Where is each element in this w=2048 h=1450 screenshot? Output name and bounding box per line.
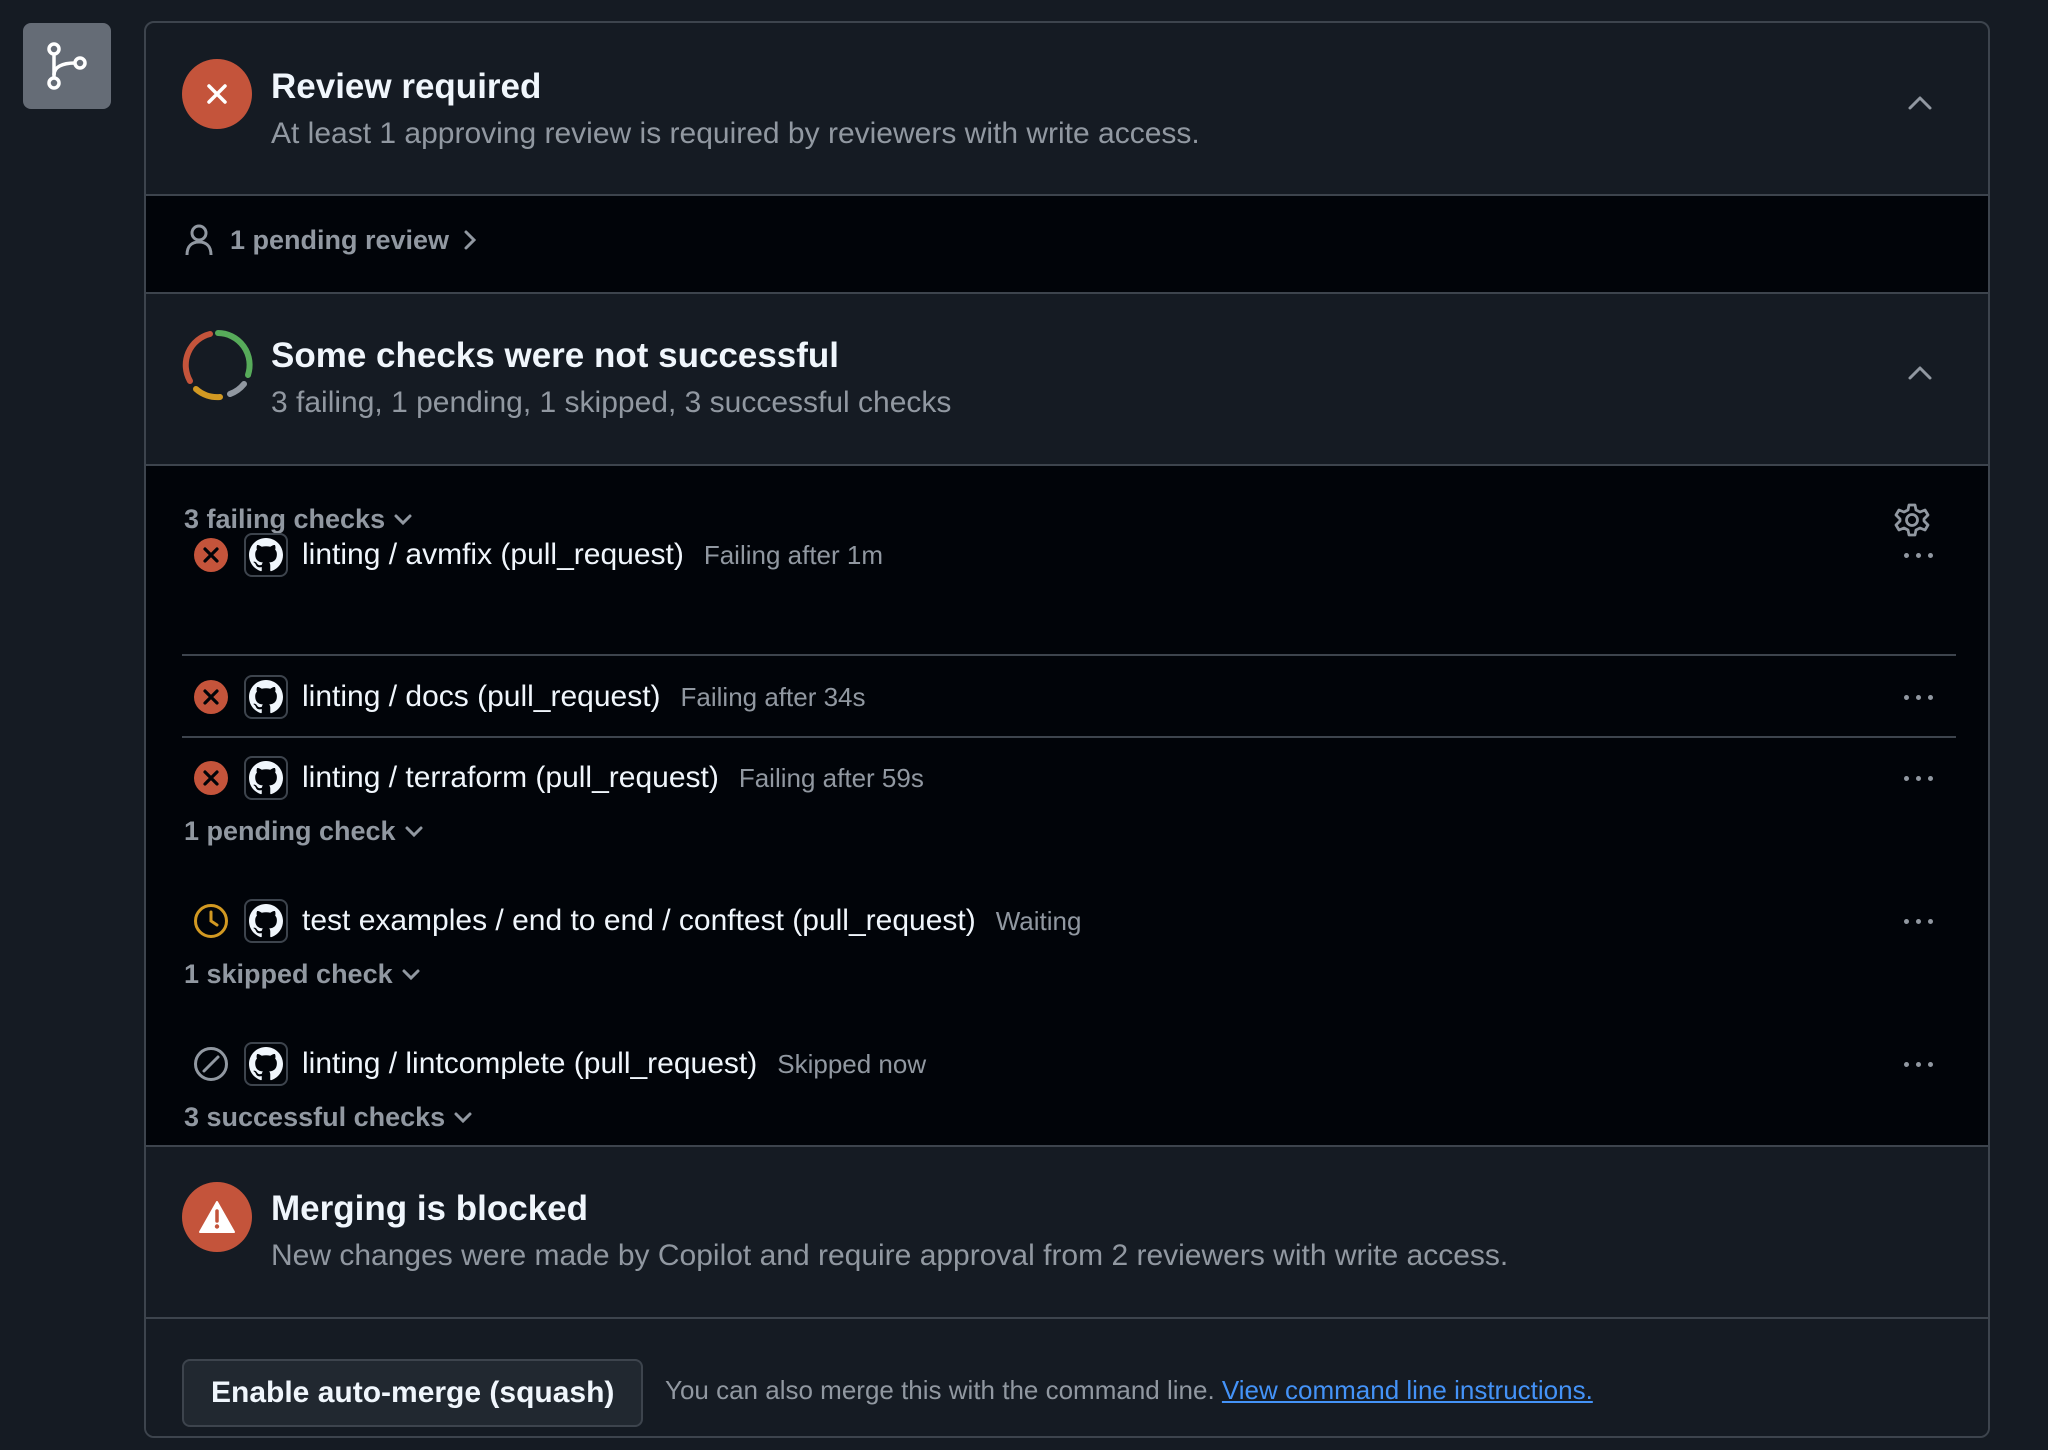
person-icon bbox=[185, 224, 213, 256]
pending-review-link[interactable]: 1 pending review bbox=[184, 223, 477, 257]
check-status: Waiting bbox=[995, 905, 1082, 936]
enable-auto-merge-button[interactable]: Enable auto-merge (squash) bbox=[182, 1359, 644, 1427]
x-circle-fill-icon bbox=[192, 678, 230, 716]
check-name[interactable]: linting / avmfix (pull_request) bbox=[302, 538, 684, 572]
check-status: Failing after 34s bbox=[680, 681, 866, 712]
merge-blocked-section: Merging is blocked New changes were made… bbox=[146, 1147, 1988, 1317]
divider bbox=[182, 654, 1956, 656]
check-row: linting / avmfix (pull_request) Failing … bbox=[182, 515, 1956, 595]
merge-blocked-title: Merging is blocked bbox=[271, 1189, 588, 1228]
check-row: linting / lintcomplete (pull_request) Sk… bbox=[182, 1024, 1956, 1104]
review-section: Review required At least 1 approving rev… bbox=[146, 23, 1988, 194]
check-status: Skipped now bbox=[777, 1048, 927, 1079]
check-name[interactable]: linting / terraform (pull_request) bbox=[302, 761, 719, 795]
check-more-button[interactable] bbox=[1888, 1044, 1948, 1084]
chevron-down-icon bbox=[405, 826, 423, 837]
checks-section: Some checks were not successful 3 failin… bbox=[146, 294, 1988, 464]
x-circle-fill-icon bbox=[192, 759, 230, 797]
review-subtitle: At least 1 approving review is required … bbox=[271, 117, 1200, 150]
collapse-review-button[interactable] bbox=[1900, 83, 1940, 123]
skip-icon bbox=[192, 1045, 230, 1083]
github-icon bbox=[244, 675, 288, 719]
command-line-instructions-link[interactable]: View command line instructions. bbox=[1222, 1375, 1593, 1405]
check-row: linting / docs (pull_request) Failing af… bbox=[182, 657, 1956, 737]
check-more-button[interactable] bbox=[1888, 901, 1948, 941]
chevron-down-icon bbox=[454, 1112, 472, 1123]
merge-blocked-subtitle: New changes were made by Copilot and req… bbox=[271, 1239, 1509, 1272]
checks-subtitle: 3 failing, 1 pending, 1 skipped, 3 succe… bbox=[271, 386, 952, 419]
github-icon bbox=[244, 533, 288, 577]
check-row: linting / terraform (pull_request) Faili… bbox=[182, 738, 1956, 818]
merge-note: You can also merge this with the command… bbox=[665, 1375, 1593, 1406]
x-circle-fill-icon bbox=[192, 536, 230, 574]
checks-title: Some checks were not successful bbox=[271, 336, 840, 375]
check-name[interactable]: linting / docs (pull_request) bbox=[302, 680, 661, 714]
check-row: test examples / end to end / conftest (p… bbox=[182, 881, 1956, 961]
pending-review-label: 1 pending review bbox=[230, 224, 450, 255]
skipped-checks-toggle[interactable]: 1 skipped check bbox=[184, 959, 421, 990]
collapse-checks-button[interactable] bbox=[1900, 353, 1940, 393]
check-name[interactable]: linting / lintcomplete (pull_request) bbox=[302, 1047, 757, 1081]
review-title: Review required bbox=[271, 67, 542, 106]
check-status: Failing after 59s bbox=[738, 762, 924, 793]
check-status: Failing after 1m bbox=[703, 539, 884, 570]
merge-box: Review required At least 1 approving rev… bbox=[144, 21, 1990, 1438]
chevron-up-icon bbox=[1908, 96, 1932, 110]
check-more-button[interactable] bbox=[1888, 535, 1948, 575]
check-more-button[interactable] bbox=[1888, 758, 1948, 798]
git-branch-icon bbox=[23, 23, 111, 109]
pending-checks-label: 1 pending check bbox=[184, 816, 396, 846]
checks-status-ring-icon bbox=[182, 329, 254, 401]
github-icon bbox=[244, 899, 288, 943]
successful-checks-label: 3 successful checks bbox=[184, 1102, 446, 1132]
github-icon bbox=[244, 756, 288, 800]
skipped-checks-label: 1 skipped check bbox=[184, 959, 393, 989]
checks-list: 3 failing checks linting / avmfix (pull_… bbox=[146, 466, 1988, 1145]
pending-checks-toggle[interactable]: 1 pending check bbox=[184, 816, 424, 847]
chevron-down-icon bbox=[402, 969, 420, 980]
check-name[interactable]: test examples / end to end / conftest (p… bbox=[302, 904, 976, 938]
pending-review-row: 1 pending review bbox=[146, 196, 1988, 292]
check-more-button[interactable] bbox=[1888, 677, 1948, 717]
github-icon bbox=[244, 1042, 288, 1086]
merge-actions: Enable auto-merge (squash) You can also … bbox=[146, 1319, 1988, 1436]
chevron-right-icon bbox=[464, 230, 477, 250]
clock-icon bbox=[192, 902, 230, 940]
x-icon bbox=[182, 59, 252, 129]
successful-checks-toggle[interactable]: 3 successful checks bbox=[184, 1102, 473, 1133]
chevron-up-icon bbox=[1908, 366, 1932, 380]
merge-note-text: You can also merge this with the command… bbox=[665, 1375, 1215, 1405]
alert-icon bbox=[182, 1182, 252, 1252]
